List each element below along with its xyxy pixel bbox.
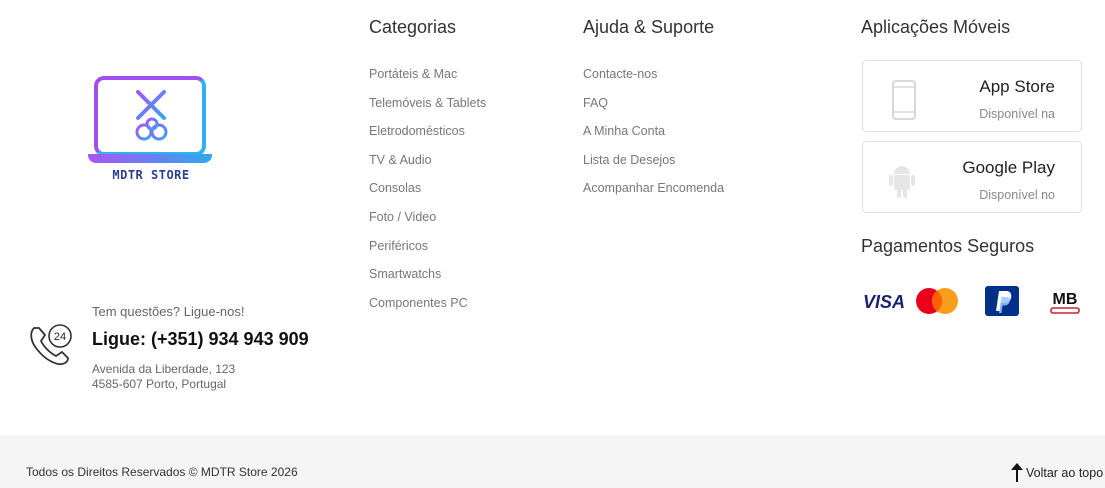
google-play-name: Google Play xyxy=(962,158,1055,177)
support-list: Contacte-nos FAQ A Minha Conta Lista de … xyxy=(583,66,724,209)
contact-question: Tem questões? Ligue-nos! xyxy=(92,304,245,319)
apps-title: Aplicações Móveis xyxy=(861,17,1011,37)
app-store-button[interactable]: App Store Disponível na xyxy=(862,60,1082,132)
laptop-base-shape xyxy=(88,154,212,163)
support-link[interactable]: FAQ xyxy=(583,95,724,124)
mastercard-icon xyxy=(916,288,958,314)
support-link[interactable]: Lista de Desejos xyxy=(583,152,724,181)
google-play-button[interactable]: Google Play Disponível no xyxy=(862,141,1082,213)
app-store-sub: Disponível na xyxy=(979,107,1055,121)
category-link[interactable]: Foto / Video xyxy=(369,209,486,238)
back-to-top-link[interactable]: Voltar ao topo xyxy=(1010,462,1103,482)
phone-24h-icon: 24 xyxy=(30,324,72,366)
categories-list: Portáteis & Mac Telemóveis & Tablets Ele… xyxy=(369,66,486,323)
category-link[interactable]: Eletrodomésticos xyxy=(369,123,486,152)
store-logo[interactable]: MDTR STORE xyxy=(88,76,214,184)
contact-address: Avenida da Liberdade, 123 4585-607 Porto… xyxy=(92,362,235,392)
android-icon xyxy=(889,166,915,198)
back-to-top-label: Voltar ao topo xyxy=(1026,466,1104,480)
copyright-text: Todos os Direitos Reservados © MDTR Stor… xyxy=(26,465,298,479)
categories-title: Categorias xyxy=(369,17,457,37)
visa-icon: VISA xyxy=(863,292,905,312)
category-link[interactable]: Periféricos xyxy=(369,238,486,267)
support-link[interactable]: A Minha Conta xyxy=(583,123,724,152)
mb-text: MB xyxy=(1053,291,1078,308)
tools-gears-icon xyxy=(135,90,168,141)
arrow-up-icon xyxy=(1011,463,1023,482)
svg-text:24: 24 xyxy=(54,331,66,343)
payments-title: Pagamentos Seguros xyxy=(861,236,1035,256)
bottom-bar xyxy=(0,435,1105,488)
phone-icon xyxy=(892,80,916,120)
google-play-sub: Disponível no xyxy=(979,188,1055,202)
multibanco-icon: MB xyxy=(1050,291,1080,314)
category-link[interactable]: Consolas xyxy=(369,180,486,209)
category-link[interactable]: Componentes PC xyxy=(369,295,486,324)
app-store-name: App Store xyxy=(979,77,1055,96)
paypal-icon xyxy=(985,286,1019,316)
support-title: Ajuda & Suporte xyxy=(583,17,715,37)
contact-phone[interactable]: Ligue: (+351) 934 943 909 xyxy=(92,329,309,350)
support-link[interactable]: Acompanhar Encomenda xyxy=(583,180,724,209)
address-line-1: Avenida da Liberdade, 123 xyxy=(92,362,236,376)
category-link[interactable]: Portáteis & Mac xyxy=(369,66,486,95)
category-link[interactable]: Smartwatchs xyxy=(369,266,486,295)
category-link[interactable]: TV & Audio xyxy=(369,152,486,181)
category-link[interactable]: Telemóveis & Tablets xyxy=(369,95,486,124)
logo-text: MDTR STORE xyxy=(112,168,190,182)
visa-text: VISA xyxy=(863,292,905,312)
support-link[interactable]: Contacte-nos xyxy=(583,66,724,95)
address-line-2: 4585-607 Porto, Portugal xyxy=(92,377,227,391)
